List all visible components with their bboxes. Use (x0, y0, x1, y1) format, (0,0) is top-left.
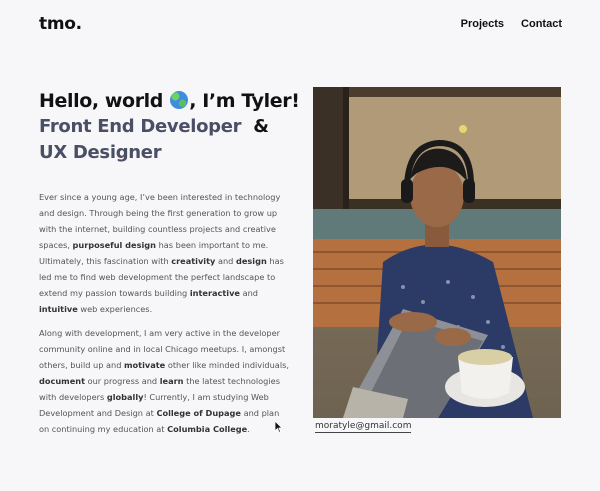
about-paragraph-2: Along with development, I am very active… (39, 326, 291, 437)
emphasis-text: purposeful design (72, 239, 156, 250)
emphasis-text: learn (159, 375, 184, 386)
portrait-illustration (313, 87, 561, 418)
emphasis-text: interactive (189, 287, 240, 298)
emphasis-text: motivate (124, 360, 166, 370)
paragraph-text: and (215, 255, 236, 266)
emphasis-text: document (39, 375, 85, 386)
main-nav: Projects Contact (461, 18, 562, 30)
portrait-photo (313, 87, 561, 418)
emphasis-text: design (235, 255, 267, 266)
mouse-cursor-icon (275, 421, 283, 433)
paragraph-text: . (247, 423, 250, 434)
greeting-heading: Hello, world , I’m Tyler! (39, 88, 300, 114)
nav-contact-link[interactable]: Contact (521, 18, 562, 30)
hero-heading: Hello, world , I’m Tyler! Front End Deve… (39, 88, 300, 166)
role-heading: Front End Developer & UX Designer (39, 114, 299, 166)
paragraph-text: other like minded individuals, (165, 360, 289, 370)
paragraph-text: web experiences. (77, 303, 153, 314)
emphasis-text: College of Dupage (156, 407, 241, 418)
about-paragraph-1: Ever since a young age, I’ve been intere… (39, 190, 291, 317)
nav-projects-link[interactable]: Projects (461, 18, 504, 30)
emphasis-text: creativity (171, 255, 216, 266)
site-logo[interactable]: tmo. (39, 14, 82, 34)
email-link[interactable]: moratyle@gmail.com (315, 421, 412, 433)
paragraph-text: our progress and (85, 375, 160, 386)
emphasis-text: intuitive (39, 303, 78, 314)
emphasis-text: Columbia College (167, 423, 248, 434)
greeting-text: Hello, world (39, 90, 163, 112)
globe-icon (170, 91, 189, 109)
paragraph-text: and (239, 287, 258, 298)
greeting-name: , I’m Tyler! (189, 90, 300, 112)
role-line-2: UX Designer (39, 142, 162, 163)
emphasis-text: globally (106, 391, 144, 402)
role-ampersand: & (253, 116, 269, 137)
role-line-1: Front End Developer (39, 116, 242, 137)
